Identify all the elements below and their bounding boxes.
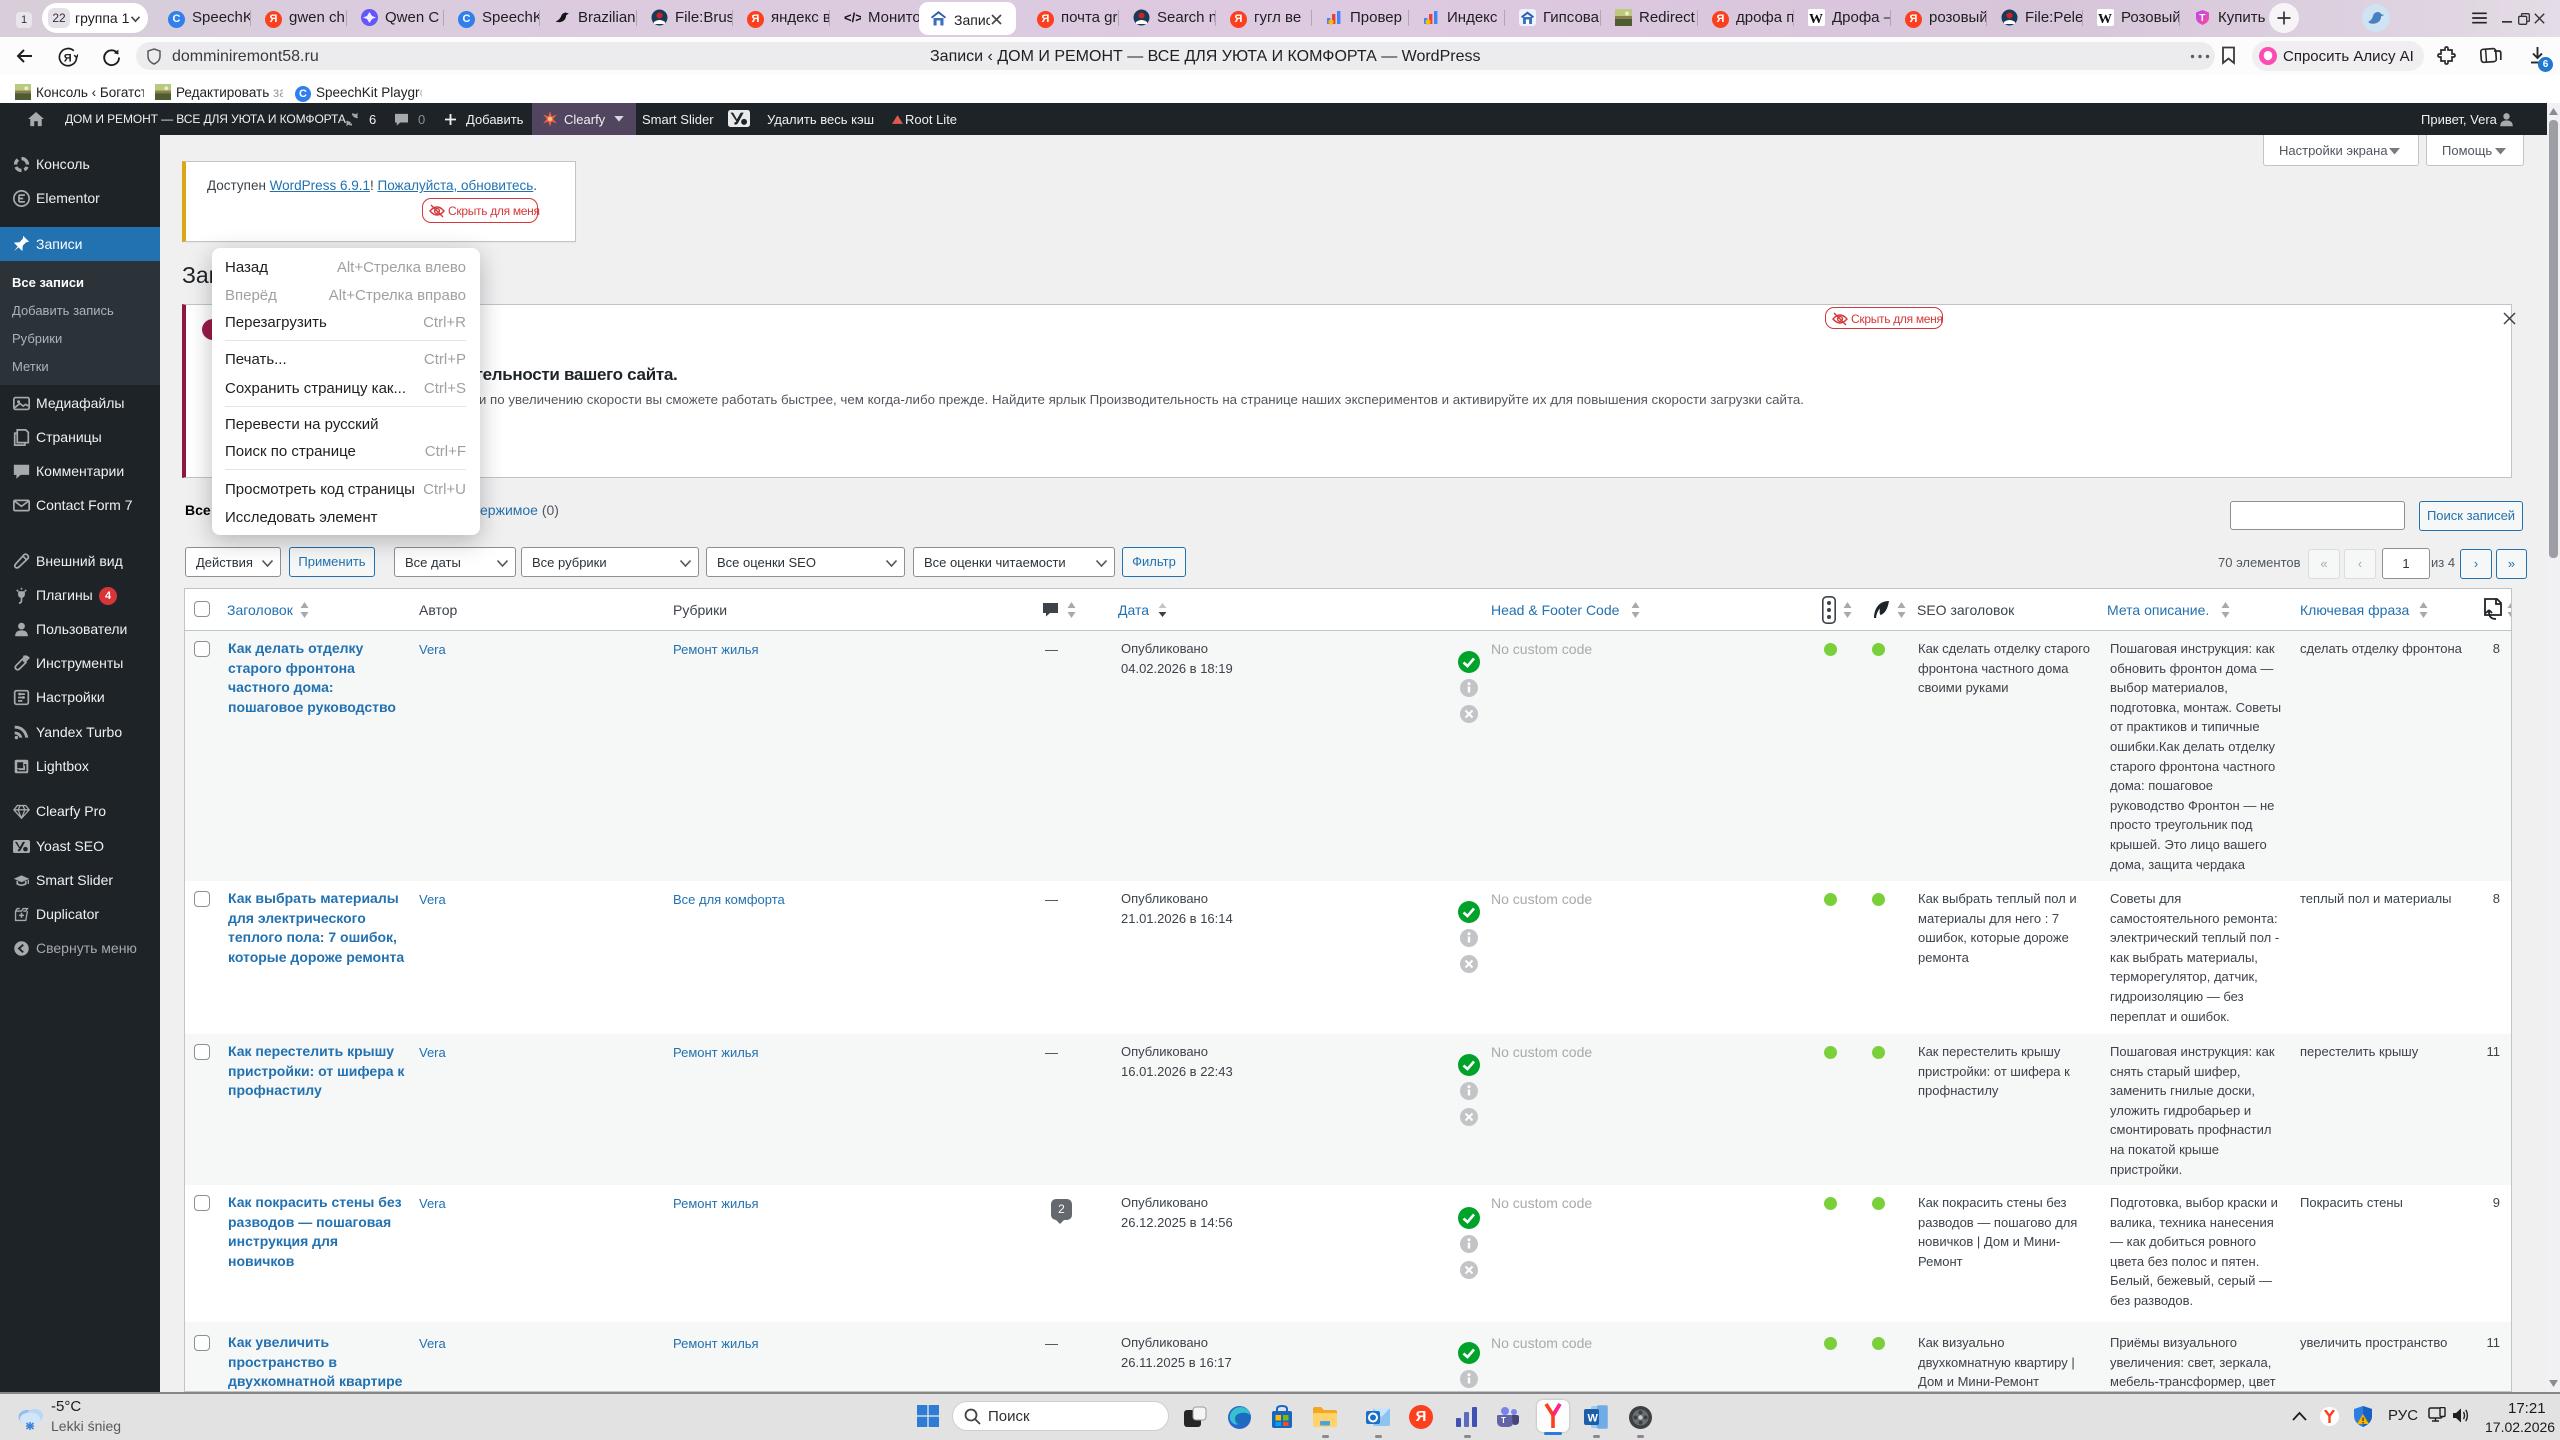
svg-text:T: T: [1501, 1416, 1506, 1425]
svg-text:Я: Я: [64, 53, 72, 65]
svg-text:</>: </>: [844, 10, 861, 25]
svg-text:T: T: [2199, 13, 2205, 24]
svg-text:W: W: [1588, 1413, 1599, 1425]
svg-text:W: W: [2098, 12, 2112, 26]
svg-text:W: W: [1809, 12, 1823, 26]
